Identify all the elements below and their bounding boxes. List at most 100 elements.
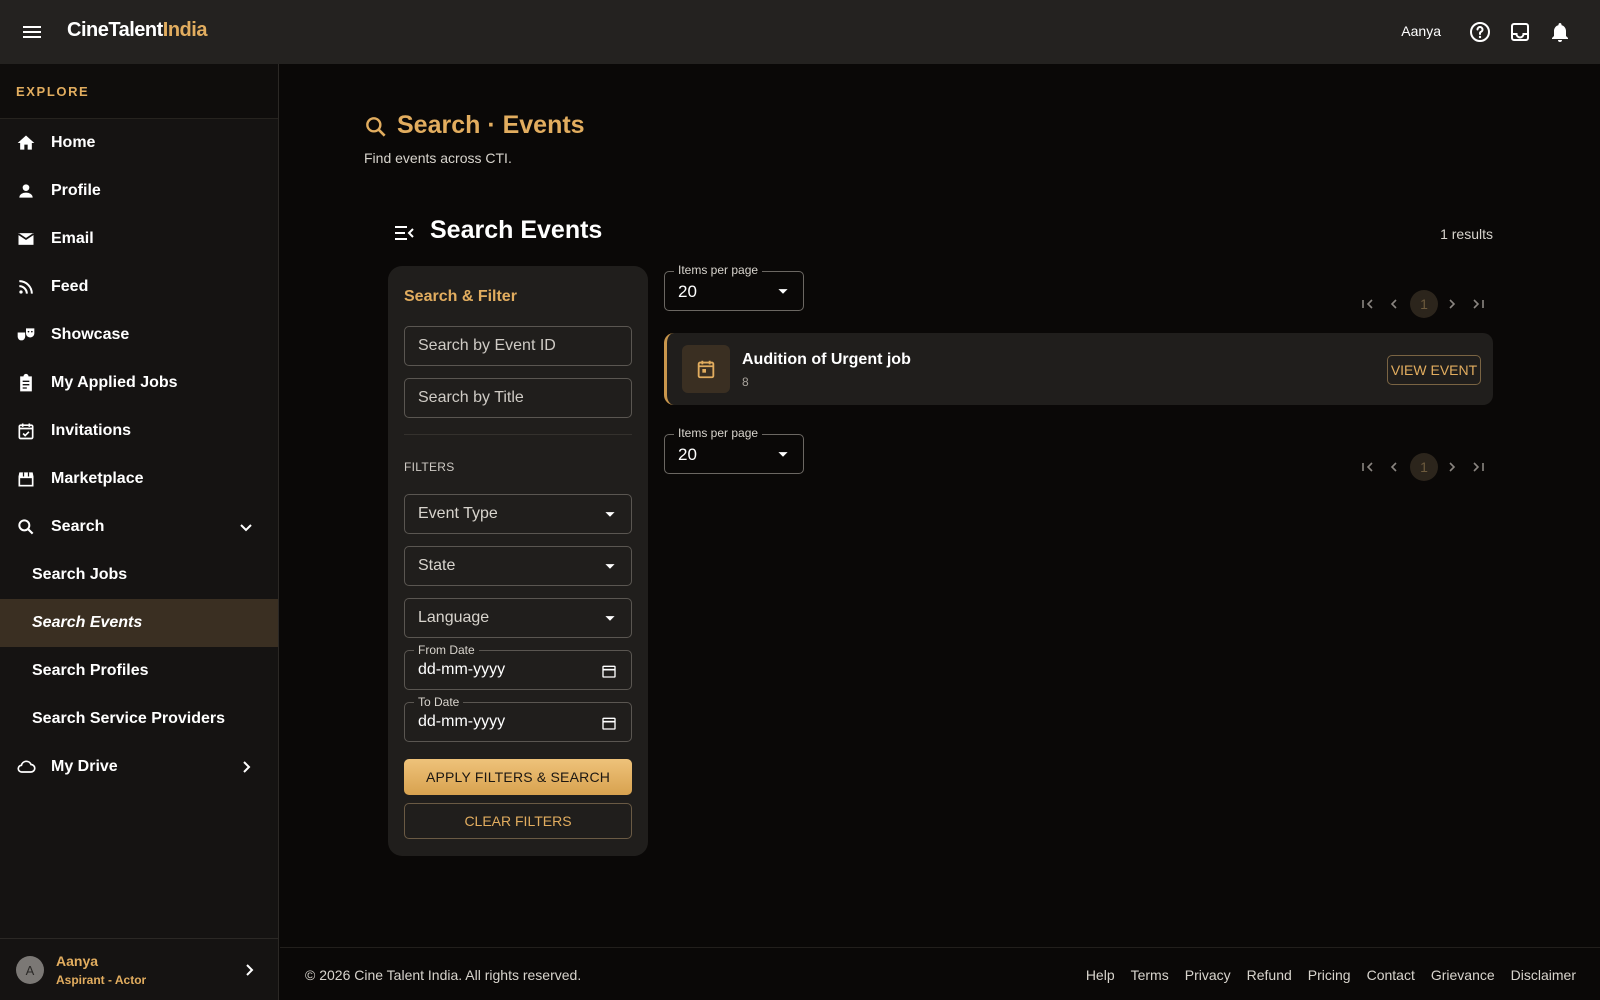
footer-link-disclaimer[interactable]: Disclaimer — [1511, 967, 1576, 983]
first-page-icon[interactable] — [1356, 455, 1380, 479]
next-page-icon[interactable] — [1440, 292, 1464, 316]
previous-page-icon[interactable] — [1382, 455, 1406, 479]
footer-link-help[interactable]: Help — [1086, 967, 1115, 983]
current-page[interactable]: 1 — [1410, 453, 1438, 481]
from-date-label: From Date — [414, 643, 479, 657]
previous-page-icon[interactable] — [1382, 292, 1406, 316]
event-subtitle: 8 — [742, 375, 749, 389]
footer: © 2026 Cine Talent India. All rights res… — [280, 947, 1600, 1000]
language-select[interactable]: Language — [404, 598, 632, 638]
to-date-label: To Date — [414, 695, 464, 709]
next-page-icon[interactable] — [1440, 455, 1464, 479]
chevron-right-icon — [234, 755, 258, 779]
view-event-button[interactable]: VIEW EVENT — [1387, 355, 1481, 385]
sidebar-section-label: EXPLORE — [0, 64, 278, 119]
menu-icon[interactable] — [20, 20, 44, 44]
sidebar-item-label: Email — [51, 230, 94, 247]
event-card: Audition of Urgent job 8 VIEW EVENT — [664, 333, 1493, 405]
sidebar-item-label: Home — [51, 134, 96, 151]
page-subtitle: Find events across CTI. — [364, 150, 512, 166]
divider — [404, 434, 632, 435]
sidebar-item-feed[interactable]: Feed — [0, 263, 278, 311]
from-date-value: dd-mm-yyyy — [418, 661, 506, 678]
clipboard-icon — [16, 373, 36, 393]
sidebar-item-showcase[interactable]: Showcase — [0, 311, 278, 359]
footer-link-contact[interactable]: Contact — [1367, 967, 1415, 983]
copyright-text: © 2026 Cine Talent India. All rights res… — [305, 967, 582, 983]
current-page[interactable]: 1 — [1410, 290, 1438, 318]
results-count: 1 results — [1440, 226, 1493, 242]
items-per-page-value: 20 — [678, 445, 697, 464]
sidebar: EXPLORE Home Profile Email Feed Showcase… — [0, 64, 279, 1000]
items-per-page-select-top[interactable]: Items per page 20 — [664, 263, 804, 311]
chevron-right-icon — [237, 958, 261, 982]
footer-links: Help Terms Privacy Refund Pricing Contac… — [1086, 967, 1576, 983]
footer-link-terms[interactable]: Terms — [1131, 967, 1169, 983]
rss-icon — [16, 277, 36, 297]
select-label: Event Type — [418, 505, 498, 522]
chevron-down-icon — [234, 515, 258, 539]
last-page-icon[interactable] — [1466, 292, 1490, 316]
theater-masks-icon — [16, 325, 36, 345]
sidebar-item-my-applied-jobs[interactable]: My Applied Jobs — [0, 359, 278, 407]
sidebar-user-card[interactable]: A Aanya Aspirant - Actor — [0, 938, 279, 1000]
event-available-icon — [16, 421, 36, 441]
collapse-filters-icon[interactable] — [392, 221, 416, 245]
footer-link-privacy[interactable]: Privacy — [1185, 967, 1231, 983]
sidebar-subitem-search-service-providers[interactable]: Search Service Providers — [0, 695, 278, 743]
last-page-icon[interactable] — [1466, 455, 1490, 479]
home-icon — [16, 133, 36, 153]
help-icon[interactable] — [1468, 20, 1492, 44]
sidebar-item-marketplace[interactable]: Marketplace — [0, 455, 278, 503]
filter-panel: Search & Filter FILTERS Event Type State… — [388, 266, 648, 856]
dropdown-arrow-icon — [599, 555, 621, 577]
sidebar-item-label: My Applied Jobs — [51, 374, 178, 391]
dropdown-arrow-icon — [772, 280, 794, 302]
avatar: A — [16, 956, 44, 984]
sidebar-subitem-search-events[interactable]: Search Events — [0, 599, 278, 647]
event-type-select[interactable]: Event Type — [404, 494, 632, 534]
sidebar-subitem-search-jobs[interactable]: Search Jobs — [0, 551, 278, 599]
title-search-input[interactable] — [404, 378, 632, 418]
inbox-icon[interactable] — [1508, 20, 1532, 44]
sidebar-item-label: Search — [51, 518, 105, 535]
section-title: Search Events — [430, 216, 603, 244]
app-logo[interactable]: CineTalentIndia — [67, 19, 207, 42]
bell-icon[interactable] — [1548, 20, 1572, 44]
page-title: Search · Events — [397, 111, 585, 139]
event-id-search-input[interactable] — [404, 326, 632, 366]
event-title: Audition of Urgent job — [742, 351, 911, 368]
pagination-top: 1 — [1356, 290, 1486, 318]
sidebar-item-invitations[interactable]: Invitations — [0, 407, 278, 455]
select-label: State — [418, 557, 456, 574]
calendar-icon — [682, 345, 730, 393]
footer-link-pricing[interactable]: Pricing — [1308, 967, 1351, 983]
to-date-field[interactable]: To Date dd-mm-yyyy — [404, 695, 632, 742]
footer-link-refund[interactable]: Refund — [1247, 967, 1292, 983]
footer-link-grievance[interactable]: Grievance — [1431, 967, 1495, 983]
first-page-icon[interactable] — [1356, 292, 1380, 316]
sidebar-item-email[interactable]: Email — [0, 215, 278, 263]
apply-filters-button[interactable]: APPLY FILTERS & SEARCH — [404, 759, 632, 795]
from-date-field[interactable]: From Date dd-mm-yyyy — [404, 643, 632, 690]
search-icon — [16, 517, 36, 537]
sidebar-subitem-label: Search Profiles — [32, 662, 149, 679]
pagination-bottom: 1 — [1356, 453, 1486, 481]
sidebar-item-profile[interactable]: Profile — [0, 167, 278, 215]
state-select[interactable]: State — [404, 546, 632, 586]
calendar-icon[interactable] — [601, 715, 617, 731]
topbar-user-name[interactable]: Aanya — [1401, 23, 1441, 39]
sidebar-item-my-drive[interactable]: My Drive — [0, 743, 278, 791]
clear-filters-button[interactable]: CLEAR FILTERS — [404, 803, 632, 839]
sidebar-item-home[interactable]: Home — [0, 119, 278, 167]
cloud-icon — [16, 757, 36, 777]
calendar-icon[interactable] — [601, 663, 617, 679]
sidebar-item-search[interactable]: Search — [0, 503, 278, 551]
mail-icon — [16, 229, 36, 249]
items-per-page-select-bottom[interactable]: Items per page 20 — [664, 426, 804, 474]
filters-label: FILTERS — [404, 460, 455, 474]
sidebar-subitem-search-profiles[interactable]: Search Profiles — [0, 647, 278, 695]
sidebar-item-label: Showcase — [51, 326, 130, 343]
person-icon — [16, 181, 36, 201]
sidebar-subitem-label: Search Events — [32, 614, 143, 631]
